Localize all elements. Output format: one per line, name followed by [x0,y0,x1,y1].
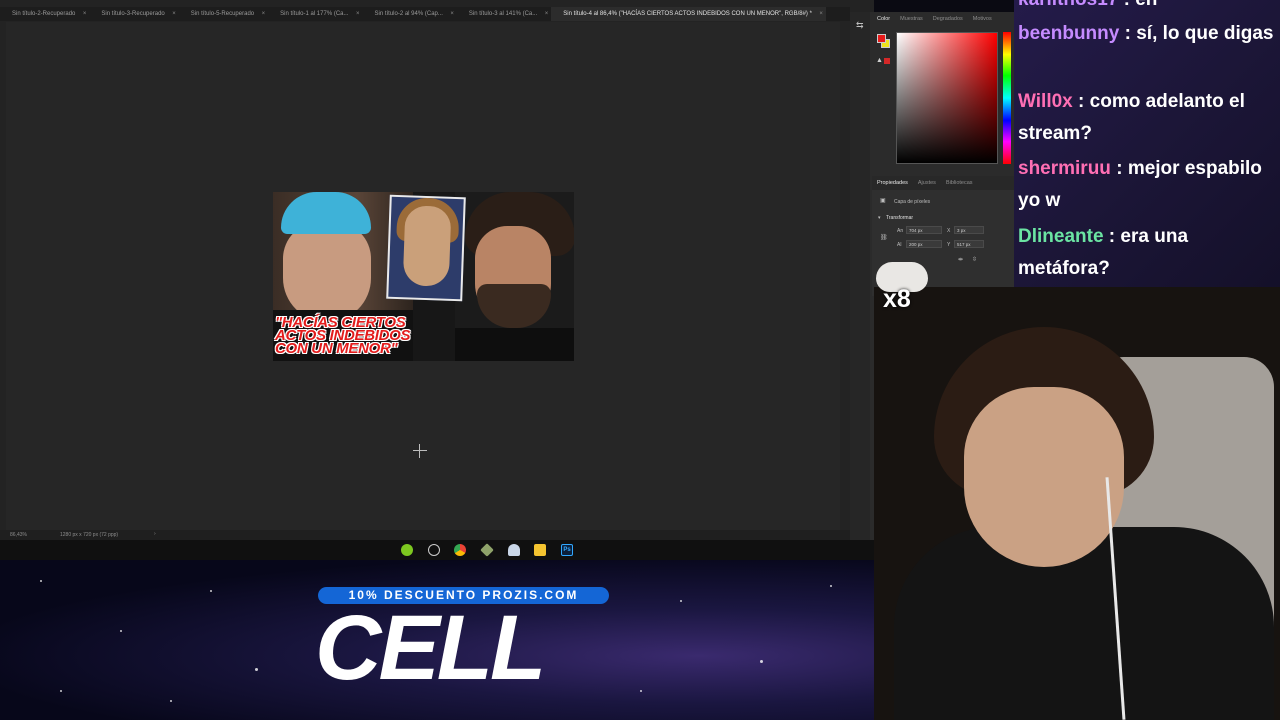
pixel-layer-icon: ▣ [880,198,886,204]
layer-type-label: Capa de píxeles [894,199,931,205]
chat-text: sí, lo que digas [1136,23,1274,44]
document-tab[interactable]: Sin título-3 al 141% (Ca... × [457,7,551,21]
crosshair-cursor-icon [413,444,427,458]
cloud-icon[interactable] [508,544,520,556]
flip-vertical-icon[interactable]: ⇳ [972,256,977,263]
width-label: An [897,228,904,234]
chat-message: karlitnos17 : en [1018,0,1280,16]
tab-libraries[interactable]: Bibliotecas [941,176,978,190]
x-field[interactable]: 3 px [954,226,984,234]
close-icon[interactable]: × [450,11,454,17]
chat-username: karlitnos17 [1018,0,1118,10]
tab-color[interactable]: Color [872,12,895,26]
panel-dock-strip [850,12,870,540]
thumbnail-inset-photo [386,194,466,302]
streamer-face [964,387,1124,567]
document-tab[interactable]: Sin título-3-Recuperado × [89,7,178,21]
y-label: Y [947,242,951,248]
xbox-icon[interactable] [401,544,413,556]
height-field[interactable]: 200 px [906,240,942,248]
chat-message: beenbunny : sí, lo que digas [1018,23,1274,44]
width-field[interactable]: 704 px [906,226,942,234]
foreground-color-swatch[interactable] [877,34,886,43]
youtube-thumbnail-canvas[interactable]: "HACÍAS CIERTOS ACTOS INDEBIDOS CON UN M… [273,192,574,361]
tab-properties[interactable]: Propiedades [872,176,913,190]
close-icon[interactable]: × [83,11,87,17]
color-picker-field[interactable] [896,32,998,164]
color-panel-tabs: Color Muestras Degradados Motivos [872,12,997,26]
status-bar: 86,43% 1280 px x 720 px (72 ppp) › [0,530,850,540]
height-label: Al [897,242,902,248]
transform-section-title[interactable]: Transformar [886,215,913,221]
document-tab[interactable]: Sin título-2-Recuperado × [0,7,89,21]
status-menu-arrow-icon[interactable]: › [154,531,156,537]
caption-line: CON UN MENOR" [275,340,398,357]
chat-username: Dlineante [1018,226,1104,247]
folder-icon[interactable] [534,544,546,556]
document-tab[interactable]: Sin título-5-Recuperado × [179,7,268,21]
tab-swatches[interactable]: Muestras [895,12,928,26]
link-icon[interactable]: ⛓ [880,234,888,241]
y-field[interactable]: 517 px [954,240,984,248]
photoshop-window: Sin título-2-Recuperado × Sin título-3-Re… [0,0,874,560]
warning-triangle-icon[interactable]: ▲ [876,57,883,64]
panel-collapse-icon[interactable]: ⇆ [856,20,864,31]
transform-section-chevron-icon[interactable]: ▾ [878,215,881,221]
chat-text: en [1135,0,1157,10]
photoshop-icon[interactable]: Ps [561,544,573,556]
document-tab-active[interactable]: Sin título-4 al 86,4% ("HACÍAS CIERTOS A… [551,7,826,21]
tab-gradients[interactable]: Degradados [928,12,968,26]
chat-username: Will0x [1018,91,1073,112]
chat-message: shermiruu : mejor espabilo yo w [1018,158,1262,211]
tab-adjustments[interactable]: Ajustes [913,176,941,190]
close-icon[interactable]: × [356,11,360,17]
zoom-level[interactable]: 86,43% [10,532,27,538]
gamut-swatch[interactable] [884,58,890,64]
hue-slider[interactable] [1003,32,1011,164]
stream-banner: 10% DESCUENTO PROZIS.COM CELL [0,560,874,720]
chat-message: Dlineante : era una metáfora? [1018,226,1189,279]
chat-username: shermiruu [1018,158,1111,179]
sticky-icon[interactable] [480,543,494,557]
clock-icon[interactable] [428,544,440,556]
thumbnail-caption: "HACÍAS CIERTOS ACTOS INDEBIDOS CON UN M… [275,315,475,357]
close-icon[interactable]: × [172,11,176,17]
chrome-icon[interactable] [454,544,466,556]
document-tab[interactable]: Sin título-1 al 177% (Ca... × [268,7,362,21]
chat-username: beenbunny [1018,23,1120,44]
close-icon[interactable]: × [819,11,823,17]
document-tab-bar: Sin título-2-Recuperado × Sin título-3-Re… [0,7,850,21]
tab-patterns[interactable]: Motivos [968,12,997,26]
emote-multiplier: x8 [883,285,911,313]
chat-message: Will0x : como adelanto el stream? [1018,91,1245,144]
flip-horizontal-icon[interactable]: ⇹ [958,256,963,263]
cap-icon [281,192,371,234]
close-icon[interactable]: × [262,11,266,17]
taskbar: Ps [0,540,874,560]
cat-emote-icon: x8 [873,258,931,313]
webcam-feed [874,287,1280,720]
document-dimensions: 1280 px x 720 px (72 ppp) [60,532,119,538]
stream-chat: karlitnos17 : en beenbunny : sí, lo que … [1014,0,1280,290]
close-icon[interactable]: × [545,11,549,17]
x-label: X [947,228,951,234]
brand-logo-text: CELL [315,597,546,699]
document-tab[interactable]: Sin título-2 al 94% (Cap... × [363,7,457,21]
